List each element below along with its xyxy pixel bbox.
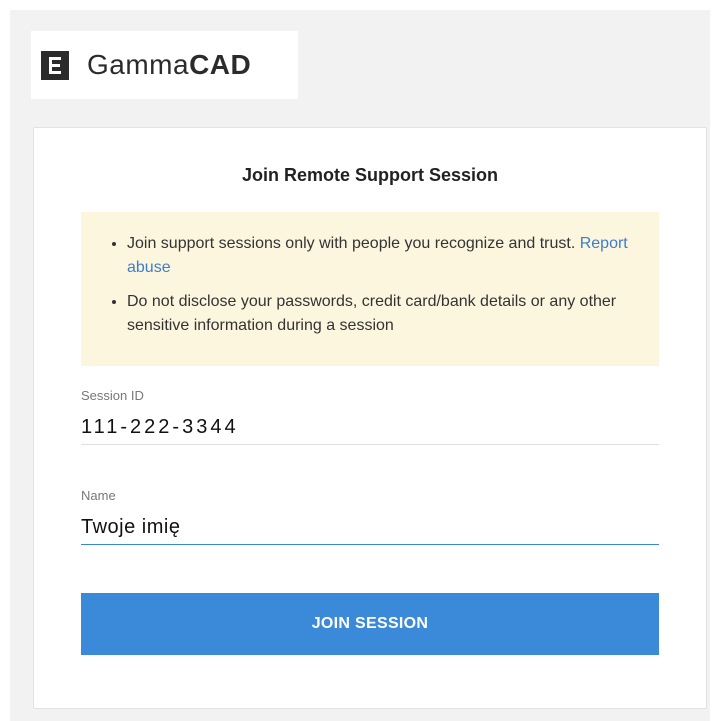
card-title: Join Remote Support Session xyxy=(241,165,499,185)
notice-item-text: Join support sessions only with people y… xyxy=(127,235,576,252)
security-notice: Join support sessions only with people y… xyxy=(81,212,659,366)
brand-name-light: Gamma xyxy=(87,49,190,80)
session-id-field: Session ID xyxy=(81,388,659,445)
join-session-button[interactable]: JOIN SESSION xyxy=(81,593,659,655)
session-id-underline xyxy=(81,444,659,445)
name-underline xyxy=(81,544,659,545)
brand-name-bold: CAD xyxy=(189,49,252,80)
brand-name: GammaCAD xyxy=(87,49,251,81)
notice-item-text: Do not disclose your passwords, credit c… xyxy=(127,293,617,334)
notice-item: Do not disclose your passwords, credit c… xyxy=(127,290,639,338)
gammacad-logo-icon xyxy=(41,51,69,80)
join-session-card: Join Remote Support Session Join support… xyxy=(33,127,707,709)
session-id-label: Session ID xyxy=(81,388,144,403)
name-input[interactable] xyxy=(81,514,659,540)
brand-logo: GammaCAD xyxy=(31,31,298,99)
notice-item: Join support sessions only with people y… xyxy=(127,232,639,280)
session-id-input[interactable] xyxy=(81,414,659,440)
name-field: Name xyxy=(81,488,659,545)
notice-list: Join support sessions only with people y… xyxy=(109,232,639,338)
name-label: Name xyxy=(81,488,116,503)
